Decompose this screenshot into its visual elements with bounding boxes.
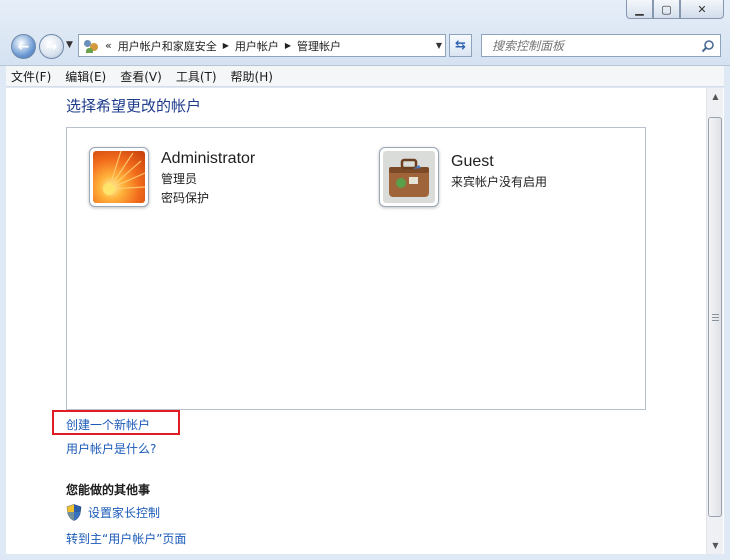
- breadcrumb-user-accounts[interactable]: 用户帐户: [235, 38, 279, 54]
- suitcase-picture-icon: [383, 151, 435, 203]
- vertical-scrollbar[interactable]: ▲ ▼: [706, 88, 723, 554]
- account-type: 管理员: [161, 172, 198, 186]
- parental-controls-row[interactable]: 设置家长控制: [66, 504, 160, 521]
- account-name[interactable]: Guest: [451, 153, 547, 171]
- search-box[interactable]: [481, 34, 721, 57]
- scroll-thumb[interactable]: [708, 117, 722, 517]
- shield-icon: [66, 504, 82, 521]
- account-guest[interactable]: Guest 来宾帐户没有启用: [379, 147, 547, 207]
- accounts-list: Administrator 管理员 密码保护 Guest 来宾帐户没有启用: [66, 127, 646, 410]
- orange-flower-picture-icon: [93, 151, 145, 203]
- refresh-button[interactable]: ⇆: [449, 34, 472, 57]
- refresh-icon: ⇆: [455, 38, 466, 53]
- forward-arrow-icon: →: [45, 38, 58, 55]
- user-accounts-icon: [83, 38, 99, 54]
- back-button[interactable]: ←: [11, 34, 36, 59]
- window-frame: ▁ ▢ ✕ ← → ▼ « 用户帐户和家庭安全 ▶ 用户帐户 ▶ 管理帐户 ▼ …: [0, 0, 730, 66]
- account-name[interactable]: Administrator: [161, 150, 255, 168]
- content-pane: 选择希望更改的帐户 Administrator 管理员 密码保护 Guest 来…: [6, 88, 724, 554]
- page-title: 选择希望更改的帐户: [66, 97, 202, 115]
- maximize-icon: ▢: [661, 2, 672, 16]
- scroll-up-arrow-icon[interactable]: ▲: [707, 88, 724, 105]
- back-arrow-icon: ←: [17, 38, 30, 55]
- breadcrumb-arrow-icon[interactable]: ▶: [223, 41, 229, 50]
- menu-tools[interactable]: 工具(T): [176, 68, 217, 85]
- breadcrumb-family-safety[interactable]: 用户帐户和家庭安全: [118, 38, 217, 54]
- address-overflow[interactable]: «: [105, 39, 112, 52]
- avatar[interactable]: [89, 147, 149, 207]
- window-controls: ▁ ▢ ✕: [626, 0, 724, 19]
- breadcrumb-arrow-icon[interactable]: ▶: [285, 41, 291, 50]
- search-icon[interactable]: [701, 39, 715, 53]
- scroll-down-arrow-icon[interactable]: ▼: [707, 537, 724, 554]
- menu-edit[interactable]: 编辑(E): [65, 68, 106, 85]
- account-status: 来宾帐户没有启用: [451, 175, 548, 189]
- maximize-button[interactable]: ▢: [653, 0, 680, 19]
- close-button[interactable]: ✕: [680, 0, 724, 19]
- menu-view[interactable]: 查看(V): [120, 68, 162, 85]
- minimize-icon: ▁: [635, 2, 644, 16]
- breadcrumb-manage-accounts[interactable]: 管理帐户: [297, 38, 341, 54]
- menu-file[interactable]: 文件(F): [11, 68, 51, 85]
- avatar[interactable]: [379, 147, 439, 207]
- forward-button[interactable]: →: [39, 34, 64, 59]
- address-bar[interactable]: « 用户帐户和家庭安全 ▶ 用户帐户 ▶ 管理帐户 ▼: [78, 34, 446, 57]
- goto-user-accounts-link[interactable]: 转到主“用户帐户”页面: [66, 530, 186, 547]
- recent-pages-dropdown[interactable]: ▼: [66, 40, 73, 50]
- account-status: 密码保护: [161, 191, 210, 205]
- create-new-account-link[interactable]: 创建一个新帐户: [66, 416, 150, 433]
- menu-bar: 文件(F) 编辑(E) 查看(V) 工具(T) 帮助(H): [6, 66, 724, 87]
- address-dropdown-icon[interactable]: ▼: [436, 41, 442, 50]
- other-tasks-heading: 您能做的其他事: [66, 483, 151, 497]
- minimize-button[interactable]: ▁: [626, 0, 653, 19]
- account-administrator[interactable]: Administrator 管理员 密码保护: [89, 147, 255, 207]
- what-is-user-account-link[interactable]: 用户帐户是什么?: [66, 440, 156, 457]
- close-icon: ✕: [697, 2, 707, 16]
- search-input[interactable]: [490, 37, 690, 54]
- parental-controls-link[interactable]: 设置家长控制: [88, 504, 160, 521]
- menu-help[interactable]: 帮助(H): [231, 68, 273, 85]
